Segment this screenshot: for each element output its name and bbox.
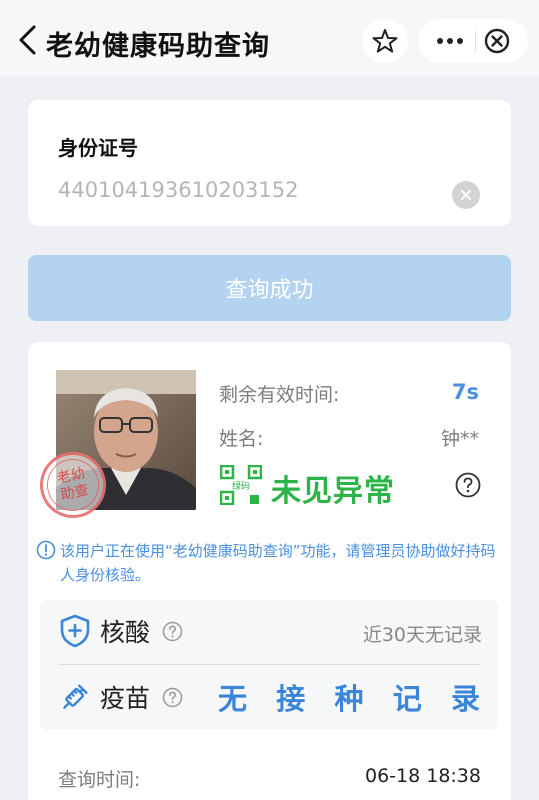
health-status: 未见异常 [271,474,395,509]
row-divider [58,664,480,665]
notice-text: 该用户正在使用“老幼健康码助查询”功能，请管理员协助做好持码人身份核验。 [60,542,496,584]
close-icon[interactable] [482,26,512,56]
nav-bar: 老幼健康码助查询 [0,0,539,76]
syringe-icon [63,684,88,709]
help-icon[interactable] [455,472,481,498]
star-icon [372,29,398,53]
nucleic-label: 核酸 [100,618,151,647]
vaccine-label: 疫苗 [100,684,151,713]
shield-plus-icon [60,614,90,648]
id-number-card: 身份证号 [28,100,511,226]
vaccine-char: 接 [276,682,306,716]
vaccine-help-icon[interactable] [162,687,183,708]
vaccine-char: 无 [218,682,248,716]
mini-program-capsule [418,19,528,63]
name-label: 姓名: [219,428,264,450]
nucleic-value: 近30天无记录 [362,624,482,646]
vaccine-char: 录 [450,682,480,716]
query-time-label: 查询时间: [58,769,141,791]
page-title: 老幼健康码助查询 [46,31,270,62]
info-icon [36,540,56,560]
test-vaccine-box: 核酸 近30天无记录 疫苗 无 接 种 记 录 [40,600,498,730]
favorite-button[interactable] [362,19,408,63]
capsule-divider [475,31,476,51]
green-code-icon: 绿码 [220,465,262,505]
query-button[interactable]: 查询成功 [28,255,511,321]
result-card: 老幼 助查 剩余有效时间: 7s 姓名: 钟** 绿码 未见异常 该用户正在使用… [28,342,511,800]
valid-time-value: 7s [451,380,479,404]
valid-time-label: 剩余有效时间: [219,384,340,406]
id-number-input[interactable] [58,178,438,202]
vaccine-char: 种 [334,682,364,716]
nucleic-row[interactable]: 核酸 近30天无记录 [40,600,498,662]
vaccine-value: 无 接 种 记 录 [218,676,480,718]
clear-icon [461,190,471,200]
nucleic-help-icon[interactable] [162,621,183,642]
id-number-label: 身份证号 [58,136,138,160]
vaccine-char: 记 [392,682,422,716]
query-time-value: 06-18 18:38 [364,765,481,787]
vaccine-row[interactable]: 疫苗 无 接 种 记 录 [40,666,498,728]
clear-input-button[interactable] [452,181,480,209]
back-icon[interactable] [14,23,42,57]
name-value: 钟** [440,428,479,450]
more-icon[interactable] [432,29,468,53]
green-code-icon-label: 绿码 [232,480,250,492]
